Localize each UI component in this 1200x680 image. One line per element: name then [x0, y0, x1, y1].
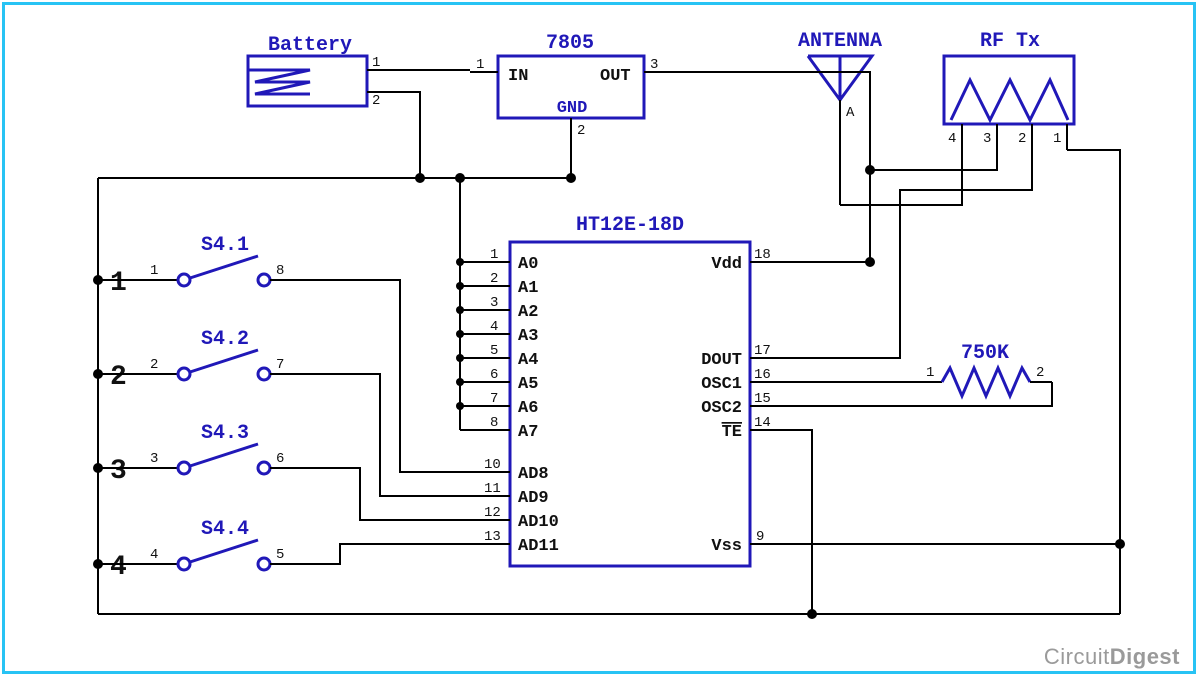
svg-text:7: 7 — [490, 391, 498, 407]
switch-s4-2: S4.2 2 7 — [140, 328, 308, 380]
svg-text:S4.2: S4.2 — [201, 328, 249, 351]
antenna-pin: A — [846, 105, 855, 121]
svg-text:1: 1 — [490, 247, 498, 263]
switches-group: S4.1 1 8 S4.2 2 7 S4.3 3 6 S4.4 — [140, 234, 308, 570]
row-label-4: 4 — [110, 552, 127, 583]
svg-text:A4: A4 — [518, 351, 538, 370]
svg-text:DOUT: DOUT — [701, 351, 742, 370]
svg-text:4: 4 — [490, 319, 498, 335]
battery-label: Battery — [268, 34, 352, 57]
svg-text:12: 12 — [484, 505, 501, 521]
svg-text:17: 17 — [754, 343, 771, 359]
schematic-svg: Battery 1 2 7805 IN OUT GND 1 3 2 ANTENN… — [0, 0, 1200, 680]
svg-text:14: 14 — [754, 415, 771, 431]
svg-text:3: 3 — [150, 451, 158, 467]
watermark-part-b: Digest — [1110, 644, 1180, 669]
resistor-symbol — [942, 368, 1030, 396]
svg-text:A5: A5 — [518, 375, 538, 394]
resistor-750k: 750K 1 2 — [920, 342, 1052, 396]
svg-text:9: 9 — [756, 529, 764, 545]
battery-pin-1: 1 — [372, 55, 380, 71]
reg-out: OUT — [600, 67, 631, 86]
ic-label: HT12E-18D — [576, 214, 684, 237]
svg-text:2: 2 — [150, 357, 158, 373]
watermark: CircuitDigest — [1044, 644, 1180, 670]
rftx-pin-3: 3 — [983, 131, 991, 147]
svg-text:2: 2 — [490, 271, 498, 287]
svg-text:6: 6 — [490, 367, 498, 383]
svg-text:8: 8 — [490, 415, 498, 431]
rftx-pin-2: 2 — [1018, 131, 1026, 147]
switch-s4-3: S4.3 3 6 — [140, 422, 308, 474]
svg-text:5: 5 — [276, 547, 284, 563]
svg-text:15: 15 — [754, 391, 771, 407]
svg-text:A3: A3 — [518, 327, 538, 346]
battery-pin-2: 2 — [372, 93, 380, 109]
svg-text:13: 13 — [484, 529, 501, 545]
rftx-pin-1: 1 — [1053, 131, 1061, 147]
antenna-label: ANTENNA — [798, 30, 882, 53]
svg-text:S4.3: S4.3 — [201, 422, 249, 445]
svg-text:16: 16 — [754, 367, 771, 383]
rf-tx-module: RF Tx 4 3 2 1 — [944, 30, 1074, 150]
regulator-7805: 7805 IN OUT GND 1 3 2 — [470, 32, 672, 146]
svg-text:OSC2: OSC2 — [701, 399, 742, 418]
rftx-pin-4: 4 — [948, 131, 956, 147]
svg-text:6: 6 — [276, 451, 284, 467]
reg-gnd: GND — [557, 99, 588, 118]
svg-text:S4.4: S4.4 — [201, 518, 249, 541]
reg-label: 7805 — [546, 32, 594, 55]
res-pin1: 1 — [926, 365, 934, 381]
svg-text:Vdd: Vdd — [711, 255, 742, 274]
svg-text:10: 10 — [484, 457, 501, 473]
reg-in: IN — [508, 67, 528, 86]
svg-text:AD8: AD8 — [518, 465, 549, 484]
svg-text:3: 3 — [650, 57, 658, 73]
svg-text:1: 1 — [150, 263, 158, 279]
svg-text:S4.1: S4.1 — [201, 234, 249, 257]
svg-text:A1: A1 — [518, 279, 538, 298]
switch-s4-4: S4.4 4 5 — [140, 518, 308, 570]
svg-text:A7: A7 — [518, 423, 538, 442]
svg-text:5: 5 — [490, 343, 498, 359]
svg-text:A2: A2 — [518, 303, 538, 322]
svg-text:AD11: AD11 — [518, 537, 559, 556]
svg-text:A6: A6 — [518, 399, 538, 418]
svg-text:A0: A0 — [518, 255, 538, 274]
svg-text:11: 11 — [484, 481, 501, 497]
svg-text:3: 3 — [490, 295, 498, 311]
svg-text:18: 18 — [754, 247, 771, 263]
svg-text:Vss: Vss — [711, 537, 742, 556]
svg-text:AD9: AD9 — [518, 489, 549, 508]
svg-text:TE: TE — [722, 423, 742, 442]
svg-text:7: 7 — [276, 357, 284, 373]
svg-text:4: 4 — [150, 547, 158, 563]
switch-s4-1: S4.1 1 8 — [140, 234, 308, 286]
row-label-1: 1 — [110, 268, 127, 299]
row-label-2: 2 — [110, 362, 127, 393]
watermark-part-a: Circuit — [1044, 644, 1110, 669]
resistor-label: 750K — [961, 342, 1009, 365]
svg-text:OSC1: OSC1 — [701, 375, 742, 394]
res-pin2: 2 — [1036, 365, 1044, 381]
battery: Battery 1 2 — [248, 34, 395, 109]
svg-text:1: 1 — [476, 57, 484, 73]
rftx-label: RF Tx — [980, 30, 1040, 53]
svg-text:AD10: AD10 — [518, 513, 559, 532]
ic-ht12e: HT12E-18D 1 A0 2 A1 3 A2 4 A3 5 A4 6 A5 7 A6 8 A… — [482, 214, 778, 566]
row-label-3: 3 — [110, 456, 127, 487]
svg-text:8: 8 — [276, 263, 284, 279]
svg-text:2: 2 — [577, 123, 585, 139]
